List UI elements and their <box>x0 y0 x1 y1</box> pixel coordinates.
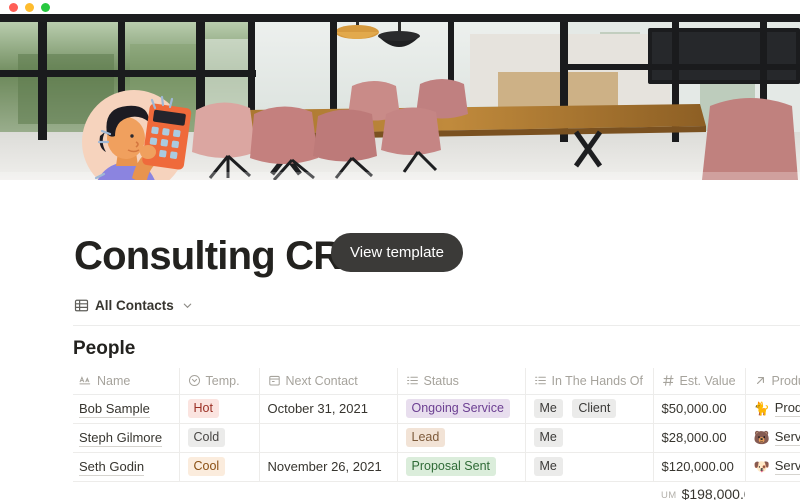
column-header-status[interactable]: Status <box>397 368 526 395</box>
temp-badge: Cold <box>187 428 226 447</box>
cell-temp[interactable]: Cool <box>179 452 260 482</box>
cell-next-contact[interactable] <box>259 423 398 453</box>
person-tag: Me <box>533 399 563 418</box>
table-row[interactable]: Bob Sample Hot October 31, 2021 Ongoing … <box>73 394 800 424</box>
table-grid-icon <box>74 298 89 313</box>
column-header-product[interactable]: Produ <box>745 368 800 395</box>
cell-name[interactable]: Seth Godin <box>73 452 180 482</box>
people-table: Name Temp. Next Contact Status In The Ha… <box>73 368 800 500</box>
summary-pad <box>525 481 653 500</box>
window-titlebar <box>0 0 800 14</box>
bear-emoji-icon: 🐻 <box>753 430 770 445</box>
table-body: Bob Sample Hot October 31, 2021 Ongoing … <box>73 394 800 500</box>
cell-est-value[interactable]: $120,000.00 <box>653 452 746 482</box>
column-header-est-value[interactable]: Est. Value <box>653 368 746 395</box>
column-header-next-contact[interactable]: Next Contact <box>259 368 398 395</box>
table-row[interactable]: Steph Gilmore Cold Lead Me $28,000.00 🐻 … <box>73 423 800 453</box>
next-contact-date: October 31, 2021 <box>267 400 368 416</box>
status-badge: Proposal Sent <box>405 457 497 476</box>
minimize-button[interactable] <box>25 2 34 12</box>
column-header-label: Status <box>423 373 459 388</box>
column-header-label: Est. Value <box>679 373 736 388</box>
number-hash-icon <box>662 374 675 387</box>
column-header-label: Next Contact <box>285 373 358 388</box>
app-window: Consulting CRM View template All Contact… <box>0 0 800 500</box>
table-summary-row: UM $198,000.00 <box>73 481 800 500</box>
view-template-button[interactable]: View template <box>331 233 463 272</box>
cell-temp[interactable]: Hot <box>179 394 260 424</box>
column-header-temp[interactable]: Temp. <box>179 368 260 395</box>
hero-banner <box>0 14 800 180</box>
cell-status[interactable]: Lead <box>397 423 526 453</box>
cell-product[interactable]: 🐈 Produ <box>745 394 800 424</box>
column-header-in-the-hands-of[interactable]: In The Hands Of <box>525 368 654 395</box>
column-header-label: Produ <box>771 373 800 388</box>
cell-product[interactable]: 🐶 Servi <box>745 452 800 482</box>
zoom-button[interactable] <box>41 2 50 12</box>
cell-status[interactable]: Proposal Sent <box>397 452 526 482</box>
cell-in-the-hands-of[interactable]: Me Client <box>525 394 654 424</box>
temp-badge: Cool <box>187 457 226 476</box>
temp-badge: Hot <box>187 399 219 418</box>
summary-pad <box>397 481 525 500</box>
status-badge: Lead <box>405 428 446 447</box>
cell-next-contact[interactable]: November 26, 2021 <box>259 452 398 482</box>
status-badge: Ongoing Service <box>405 399 510 418</box>
cell-name[interactable]: Bob Sample <box>73 394 180 424</box>
calculator-illustration <box>74 90 192 180</box>
cell-in-the-hands-of[interactable]: Me <box>525 452 654 482</box>
row-name-link[interactable]: Bob Sample <box>79 401 150 418</box>
table-header-row: Name Temp. Next Contact Status In The Ha… <box>73 368 800 395</box>
person-tag: Me <box>533 428 563 447</box>
cell-name[interactable]: Steph Gilmore <box>73 423 180 453</box>
summary-value: $198,000.00 <box>681 486 745 500</box>
column-header-label: In The Hands Of <box>551 373 644 388</box>
cell-est-value[interactable]: $28,000.00 <box>653 423 746 453</box>
section-title: People <box>73 338 136 359</box>
title-row: Consulting CRM View template <box>0 232 800 284</box>
cell-status[interactable]: Ongoing Service <box>397 394 526 424</box>
view-selector-label: All Contacts <box>95 298 174 313</box>
product-link[interactable]: Produ <box>774 400 800 417</box>
page-content: Consulting CRM View template All Contact… <box>0 232 800 500</box>
dog-emoji-icon: 🐶 <box>753 459 770 474</box>
column-header-name[interactable]: Name <box>73 368 180 395</box>
relation-arrow-icon <box>754 374 767 387</box>
page-title: Consulting CRM <box>74 234 375 278</box>
multi-select-icon <box>534 374 547 387</box>
column-header-label: Name <box>97 373 131 388</box>
close-button[interactable] <box>9 2 18 12</box>
product-link[interactable]: Servi <box>774 429 800 446</box>
summary-est-value[interactable]: UM $198,000.00 <box>653 481 745 500</box>
cell-product[interactable]: 🐻 Servi <box>745 423 800 453</box>
summary-pad <box>179 481 259 500</box>
table-row[interactable]: Seth Godin Cool November 26, 2021 Propos… <box>73 452 800 482</box>
person-tag: Me <box>533 457 563 476</box>
product-link[interactable]: Servi <box>774 458 800 475</box>
calendar-icon <box>268 374 281 387</box>
summary-pad <box>73 481 179 500</box>
cat-emoji-icon: 🐈 <box>753 401 770 416</box>
person-tag: Client <box>572 399 617 418</box>
cell-next-contact[interactable]: October 31, 2021 <box>259 394 398 424</box>
people-table-container: People Name Temp. Next Contact Status In… <box>73 325 800 500</box>
next-contact-date: November 26, 2021 <box>267 458 382 474</box>
chevron-down-icon <box>182 300 193 311</box>
column-header-label: Temp. <box>205 373 240 388</box>
cell-temp[interactable]: Cold <box>179 423 260 453</box>
summary-pad <box>259 481 397 500</box>
row-name-link[interactable]: Steph Gilmore <box>79 430 163 447</box>
row-name-link[interactable]: Seth Godin <box>79 459 145 476</box>
summary-pad <box>745 481 800 500</box>
summary-label: UM <box>661 490 677 500</box>
view-selector[interactable]: All Contacts <box>0 298 800 313</box>
text-aa-icon <box>79 374 92 387</box>
multi-select-icon <box>406 374 419 387</box>
select-circle-icon <box>188 374 201 387</box>
cell-in-the-hands-of[interactable]: Me <box>525 423 654 453</box>
cell-est-value[interactable]: $50,000.00 <box>653 394 746 424</box>
